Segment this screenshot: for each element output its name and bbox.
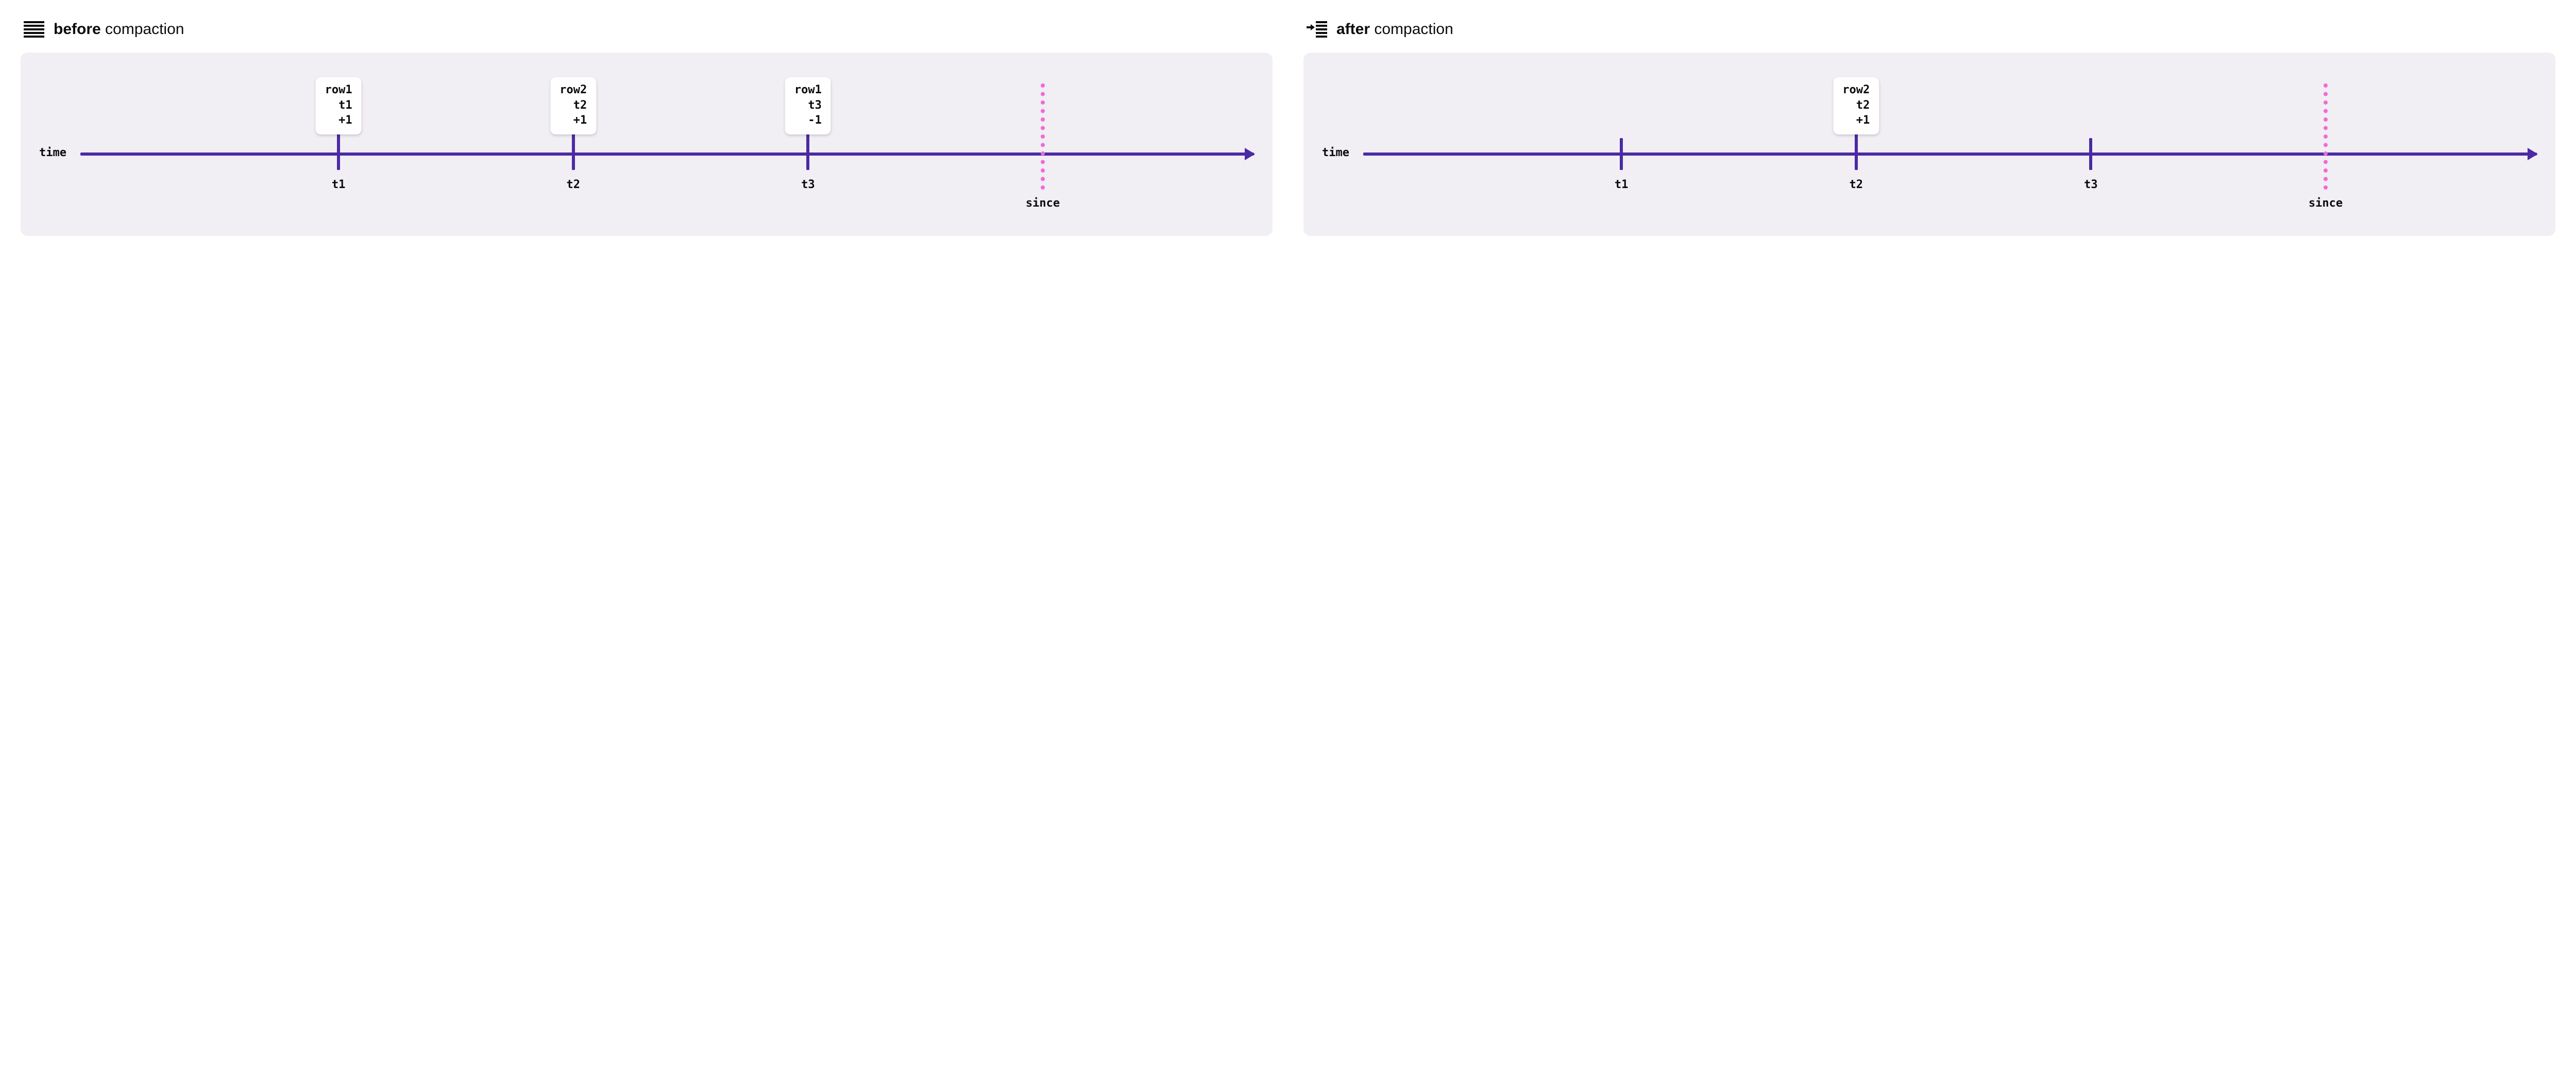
- tick-t3: [2089, 138, 2092, 170]
- before-panel: time t1 row1 t1 +1 t2 row2 t2 +1: [21, 53, 1273, 236]
- tick-t1: [1620, 138, 1623, 170]
- tick-label-t2: t2: [567, 178, 581, 191]
- since-marker-line: [2324, 83, 2328, 190]
- card-time: t2: [1842, 98, 1870, 113]
- time-axis-line: [80, 153, 1254, 156]
- tick-label-t3: t3: [2084, 178, 2098, 191]
- tick-label-t2: t2: [1850, 178, 1863, 191]
- card-diff: +1: [560, 113, 587, 128]
- event-card-t2: row2 t2 +1: [550, 77, 596, 134]
- card-row: row1: [794, 82, 822, 98]
- tick-label-t3: t3: [801, 178, 815, 191]
- since-label: since: [2309, 197, 2343, 210]
- card-diff: +1: [1842, 113, 1870, 128]
- before-title-rest: compaction: [105, 21, 184, 38]
- card-row: row2: [560, 82, 587, 98]
- card-time: t1: [325, 98, 352, 113]
- card-row: row2: [1842, 82, 1870, 98]
- after-title: after compaction: [1336, 21, 1453, 38]
- time-axis-label: time: [1322, 146, 1349, 159]
- event-card-t2: row2 t2 +1: [1833, 77, 1879, 134]
- tick-label-t1: t1: [1615, 178, 1629, 191]
- time-axis-line: [1363, 153, 2537, 156]
- tick-label-t1: t1: [332, 178, 346, 191]
- before-timeline: time t1 row1 t1 +1 t2 row2 t2 +1: [39, 73, 1254, 207]
- time-axis-arrow-icon: [1245, 148, 1255, 160]
- after-timeline: time t1 t2 row2 t2 +1 t3 since: [1322, 73, 2537, 207]
- event-card-t3: row1 t3 -1: [785, 77, 831, 134]
- since-marker-line: [1041, 83, 1045, 190]
- after-compact-icon: [1307, 21, 1327, 38]
- event-card-t1: row1 t1 +1: [316, 77, 362, 134]
- after-panel: time t1 t2 row2 t2 +1 t3 since: [1303, 53, 2555, 236]
- after-title-rest: compaction: [1374, 21, 1453, 38]
- time-axis-label: time: [39, 146, 66, 159]
- card-diff: -1: [794, 113, 822, 128]
- before-panel-wrap: before compaction time t1 row1 t1 +1 t2: [21, 21, 1273, 236]
- before-title: before compaction: [54, 21, 184, 38]
- after-header: after compaction: [1307, 21, 2555, 38]
- before-title-bold: before: [54, 21, 101, 38]
- time-axis-arrow-icon: [2528, 148, 2538, 160]
- card-diff: +1: [325, 113, 352, 128]
- since-label: since: [1026, 197, 1060, 210]
- card-row: row1: [325, 82, 352, 98]
- after-panel-wrap: after compaction time t1 t2 row2 t2 +1 t: [1303, 21, 2555, 236]
- after-title-bold: after: [1336, 21, 1370, 38]
- card-time: t2: [560, 98, 587, 113]
- diagram-row: before compaction time t1 row1 t1 +1 t2: [21, 21, 2555, 236]
- before-lines-icon: [24, 21, 44, 38]
- before-header: before compaction: [24, 21, 1273, 38]
- card-time: t3: [794, 98, 822, 113]
